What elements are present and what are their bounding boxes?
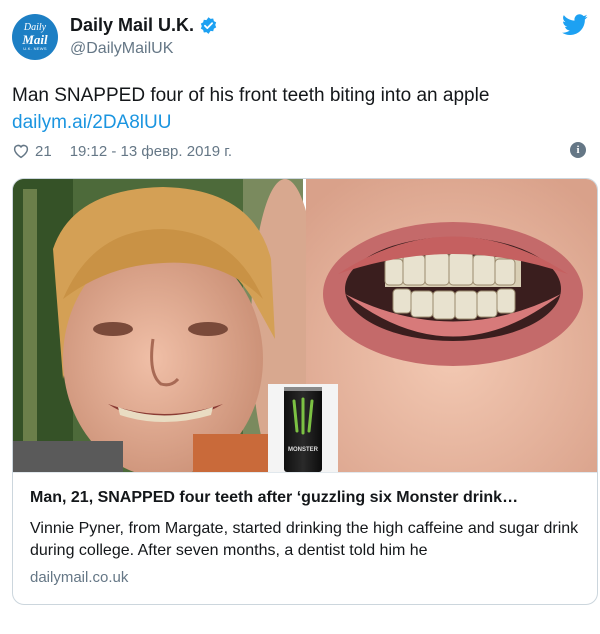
card-domain[interactable]: dailymail.co.uk [30,569,128,586]
photo-right [306,179,597,472]
tweet-header: Daily Mail U.K. NEWS Daily Mail U.K. @Da… [12,12,588,62]
monster-can: MONSTER [268,384,338,472]
card-title[interactable]: Man, 21, SNAPPED four teeth after ‘guzzl… [30,488,590,508]
name-row: Daily Mail U.K. [70,15,218,36]
avatar-text-line3: U.K. NEWS [23,46,47,51]
twitter-bird-icon[interactable] [562,14,588,36]
heart-icon[interactable] [12,142,30,160]
like-count[interactable]: 21 [35,143,52,160]
author-block: Daily Mail U.K. @DailyMailUK [70,15,218,58]
card-image[interactable]: MONSTER [13,179,597,472]
verified-badge-icon [200,17,217,34]
link-card[interactable]: MONSTER Man, 21, SNAPPED four teeth afte… [12,178,598,605]
card-description: Vinnie Pyner, from Margate, started drin… [30,520,579,559]
tweet-embed: Daily Mail U.K. NEWS Daily Mail U.K. @Da… [0,0,600,634]
avatar-text-line2: Mail [22,32,48,47]
tweet-meta: 21 19:12 - 13 февр. 2019 г. i [12,140,588,162]
handle[interactable]: @DailyMailUK [70,40,218,58]
can-label: MONSTER [288,447,319,453]
tweet-text: Man SNAPPED four of his front teeth biti… [12,85,490,106]
card-body[interactable]: Man, 21, SNAPPED four teeth after ‘guzzl… [13,472,597,604]
info-icon[interactable]: i [570,142,586,158]
avatar[interactable]: Daily Mail U.K. NEWS [12,14,58,60]
display-name[interactable]: Daily Mail U.K. [70,15,194,36]
timestamp[interactable]: 19:12 - 13 февр. 2019 г. [70,143,232,160]
tweet-link[interactable]: dailym.ai/2DA8lUU [12,109,171,136]
